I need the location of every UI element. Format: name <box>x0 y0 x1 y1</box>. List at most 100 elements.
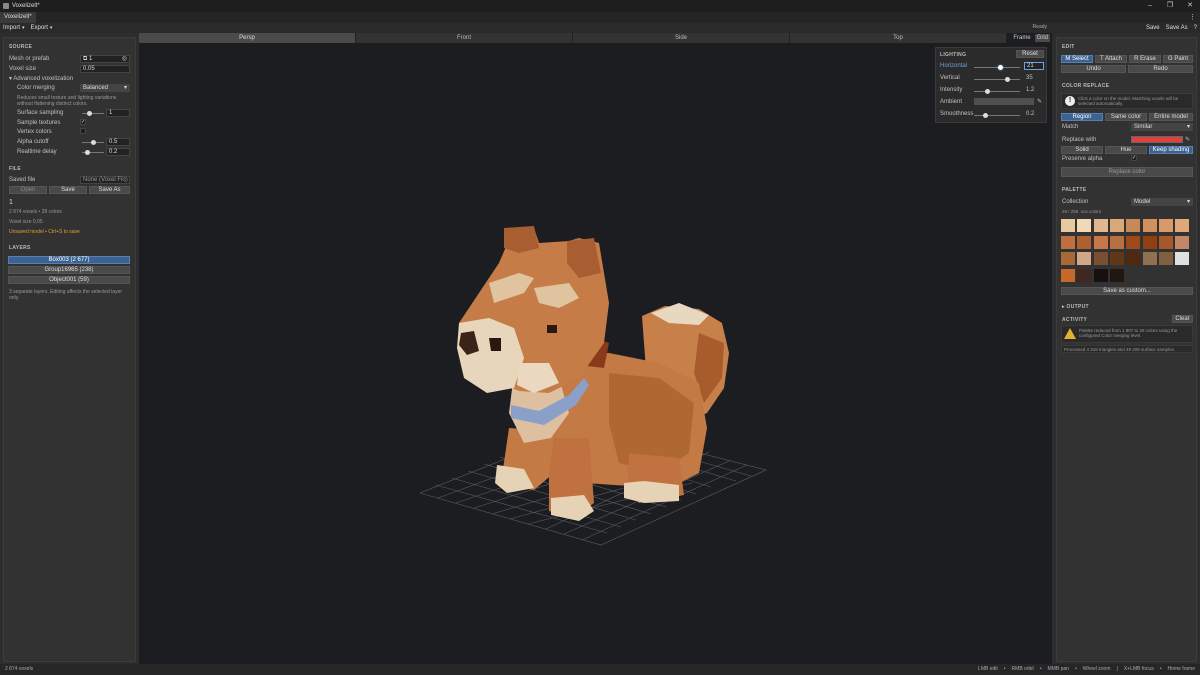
entire-model-button[interactable]: Entire model <box>1149 113 1193 121</box>
palette-swatch[interactable] <box>1126 252 1141 265</box>
g-paint-button[interactable]: G Paint <box>1163 55 1193 63</box>
palette-swatch[interactable] <box>1061 268 1075 282</box>
slider-knob[interactable] <box>87 111 92 116</box>
intensity-slider[interactable] <box>974 89 1020 94</box>
slider-knob[interactable] <box>983 113 988 118</box>
open-button[interactable]: Open <box>9 186 47 194</box>
hue-button[interactable]: Hue <box>1105 146 1147 154</box>
help-button[interactable]: ? <box>1194 23 1197 33</box>
palette-swatch[interactable] <box>1061 235 1075 249</box>
undo-button[interactable]: Undo <box>1061 65 1126 73</box>
slider-knob[interactable] <box>85 150 90 155</box>
palette-swatch[interactable] <box>1126 235 1141 249</box>
document-tab[interactable]: Voxelizelt* <box>0 12 36 23</box>
palette-swatch[interactable] <box>1109 219 1124 232</box>
palette-swatch[interactable] <box>1142 252 1157 265</box>
preserve-alpha-checkbox[interactable]: ✓ <box>1131 155 1137 161</box>
vertical-slider[interactable] <box>974 77 1020 82</box>
palette-swatch[interactable] <box>1093 235 1108 249</box>
slider-knob[interactable] <box>998 65 1003 70</box>
palette-swatch[interactable] <box>1142 219 1157 232</box>
t-attach-button[interactable]: T Attach <box>1095 55 1127 63</box>
palette-swatch[interactable] <box>1093 252 1108 265</box>
palette-swatch[interactable] <box>1077 235 1092 249</box>
redo-button[interactable]: Redo <box>1128 65 1193 73</box>
palette-swatch[interactable] <box>1109 235 1124 249</box>
eyedropper-icon[interactable]: ✎ <box>1185 136 1190 143</box>
palette-swatch[interactable] <box>1142 235 1157 249</box>
palette-swatch[interactable] <box>1077 268 1092 282</box>
vertical-value[interactable]: 35 <box>1026 75 1033 81</box>
eyedropper-icon[interactable]: ✎ <box>1037 98 1042 105</box>
layer-item-object001[interactable]: Object001 (59) <box>8 276 130 284</box>
sample-textures-checkbox[interactable]: ✓ <box>80 119 86 125</box>
realtime-delay-input[interactable]: 0.2 <box>106 148 130 156</box>
region-button[interactable]: Region <box>1061 113 1103 121</box>
palette-swatch[interactable] <box>1158 219 1173 232</box>
save-as-button[interactable]: Save As <box>89 186 130 194</box>
r-erase-button[interactable]: R Erase <box>1129 55 1161 63</box>
palette-swatch[interactable] <box>1093 268 1108 282</box>
restore-icon[interactable]: ❐ <box>1160 0 1180 12</box>
layer-item-group16965[interactable]: Group16965 (238) <box>8 266 130 274</box>
clear-button[interactable]: Clear <box>1172 315 1193 323</box>
more-options-icon[interactable]: ⋮ <box>1189 12 1196 23</box>
solid-button[interactable]: Solid <box>1061 146 1103 154</box>
output-foldout[interactable]: ▸ OUTPUT <box>1062 304 1089 310</box>
surface-sampling-slider[interactable] <box>82 111 104 116</box>
palette-swatch[interactable] <box>1158 252 1173 265</box>
m-select-button[interactable]: M Select <box>1061 55 1093 63</box>
palette-swatch[interactable] <box>1077 252 1092 265</box>
palette-swatch[interactable] <box>1077 219 1092 232</box>
palette-swatch[interactable] <box>1158 235 1173 249</box>
palette-swatch[interactable] <box>1093 219 1108 232</box>
save-as-custom-button[interactable]: Save as custom... <box>1061 287 1193 295</box>
ambient-color-field[interactable] <box>974 98 1034 105</box>
color-merging-select[interactable]: Balanced ▾ <box>80 84 130 92</box>
smoothness-value[interactable]: 0.2 <box>1026 111 1034 117</box>
layer-item-box003[interactable]: Box003 (2 677) <box>8 256 130 264</box>
same-color-button[interactable]: Same color <box>1105 113 1147 121</box>
viewport[interactable]: Persp Front Side Top Frame Grid LIGHTING… <box>139 33 1052 664</box>
replace-color-swatch[interactable] <box>1131 136 1183 143</box>
collection-select[interactable]: Model ▾ <box>1131 198 1193 206</box>
close-icon[interactable]: ✕ <box>1180 0 1200 12</box>
target-icon[interactable]: ◎ <box>122 177 128 183</box>
vertex-colors-checkbox[interactable] <box>80 128 86 134</box>
palette-swatch[interactable] <box>1175 235 1190 249</box>
minimize-icon[interactable]: – <box>1140 0 1160 12</box>
palette-swatch[interactable] <box>1175 219 1190 232</box>
header-save-as-button[interactable]: Save As <box>1166 23 1188 33</box>
horizontal-slider[interactable] <box>974 65 1020 70</box>
palette-swatch[interactable] <box>1126 219 1141 232</box>
slider-knob[interactable] <box>91 140 96 145</box>
surface-sampling-input[interactable]: 1 <box>106 109 130 117</box>
palette-swatch[interactable] <box>1061 252 1075 265</box>
voxel-model-render[interactable] <box>139 33 1052 664</box>
alpha-cutoff-input[interactable]: 0.5 <box>106 138 130 146</box>
saved-file-field[interactable]: None (Voxel Fil ◎ <box>80 176 130 184</box>
target-icon[interactable]: ◎ <box>122 56 127 62</box>
realtime-delay-slider[interactable] <box>82 150 104 155</box>
palette-swatch[interactable] <box>1109 252 1124 265</box>
smoothness-slider[interactable] <box>974 113 1020 118</box>
keep-shading-button[interactable]: Keep shading <box>1149 146 1193 154</box>
palette-swatch[interactable] <box>1175 252 1190 265</box>
export-menu[interactable]: Export ▾ <box>31 25 53 31</box>
advanced-foldout[interactable]: ▾ Advanced voxelization <box>9 75 73 82</box>
lighting-reset-button[interactable]: Reset <box>1016 50 1044 58</box>
palette-swatch[interactable] <box>1061 219 1075 232</box>
import-menu[interactable]: Import ▾ <box>3 25 25 31</box>
header-save-button[interactable]: Save <box>1146 23 1160 33</box>
intensity-value[interactable]: 1.2 <box>1026 87 1034 93</box>
save-button[interactable]: Save <box>49 186 87 194</box>
match-select[interactable]: Similar ▾ <box>1131 123 1193 131</box>
voxel-size-input[interactable]: 0.05 <box>80 65 130 73</box>
slider-knob[interactable] <box>985 89 990 94</box>
slider-knob[interactable] <box>1005 77 1010 82</box>
mesh-field[interactable]: ⧉ 1 ◎ <box>80 55 130 63</box>
palette-swatch[interactable] <box>1109 268 1124 282</box>
replace-color-button[interactable]: Replace color <box>1061 167 1193 177</box>
horizontal-input[interactable]: 21 <box>1024 62 1044 70</box>
alpha-cutoff-slider[interactable] <box>82 140 104 145</box>
